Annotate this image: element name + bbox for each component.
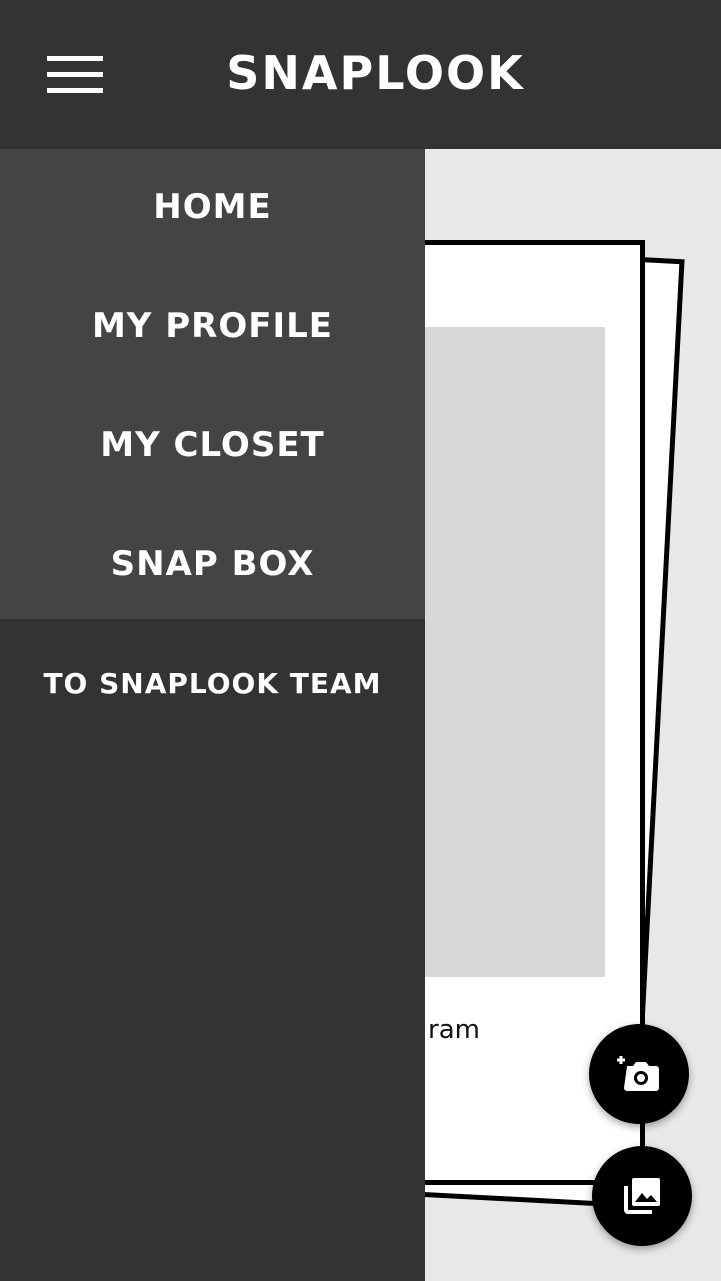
top-app-bar: SNAPLOOK: [0, 0, 721, 149]
drawer-item-home[interactable]: HOME: [0, 187, 425, 227]
gallery-button[interactable]: [592, 1146, 692, 1246]
add-photo-button[interactable]: [589, 1024, 689, 1124]
card-caption: ram: [428, 1015, 480, 1045]
card-image-placeholder: [415, 327, 605, 977]
drawer-item-my-closet[interactable]: MY CLOSET: [0, 425, 425, 465]
drawer-main-section: HOME MY PROFILE MY CLOSET SNAP BOX: [0, 149, 425, 619]
gallery-icon: [624, 1178, 660, 1214]
drawer-item-to-snaplook-team[interactable]: TO SNAPLOOK TEAM: [0, 667, 425, 700]
navigation-drawer: HOME MY PROFILE MY CLOSET SNAP BOX TO SN…: [0, 149, 425, 1281]
app-title: SNAPLOOK: [226, 46, 525, 100]
drawer-item-my-profile[interactable]: MY PROFILE: [0, 306, 425, 346]
drawer-item-snap-box[interactable]: SNAP BOX: [0, 544, 425, 584]
add-camera-icon: [617, 1056, 659, 1091]
